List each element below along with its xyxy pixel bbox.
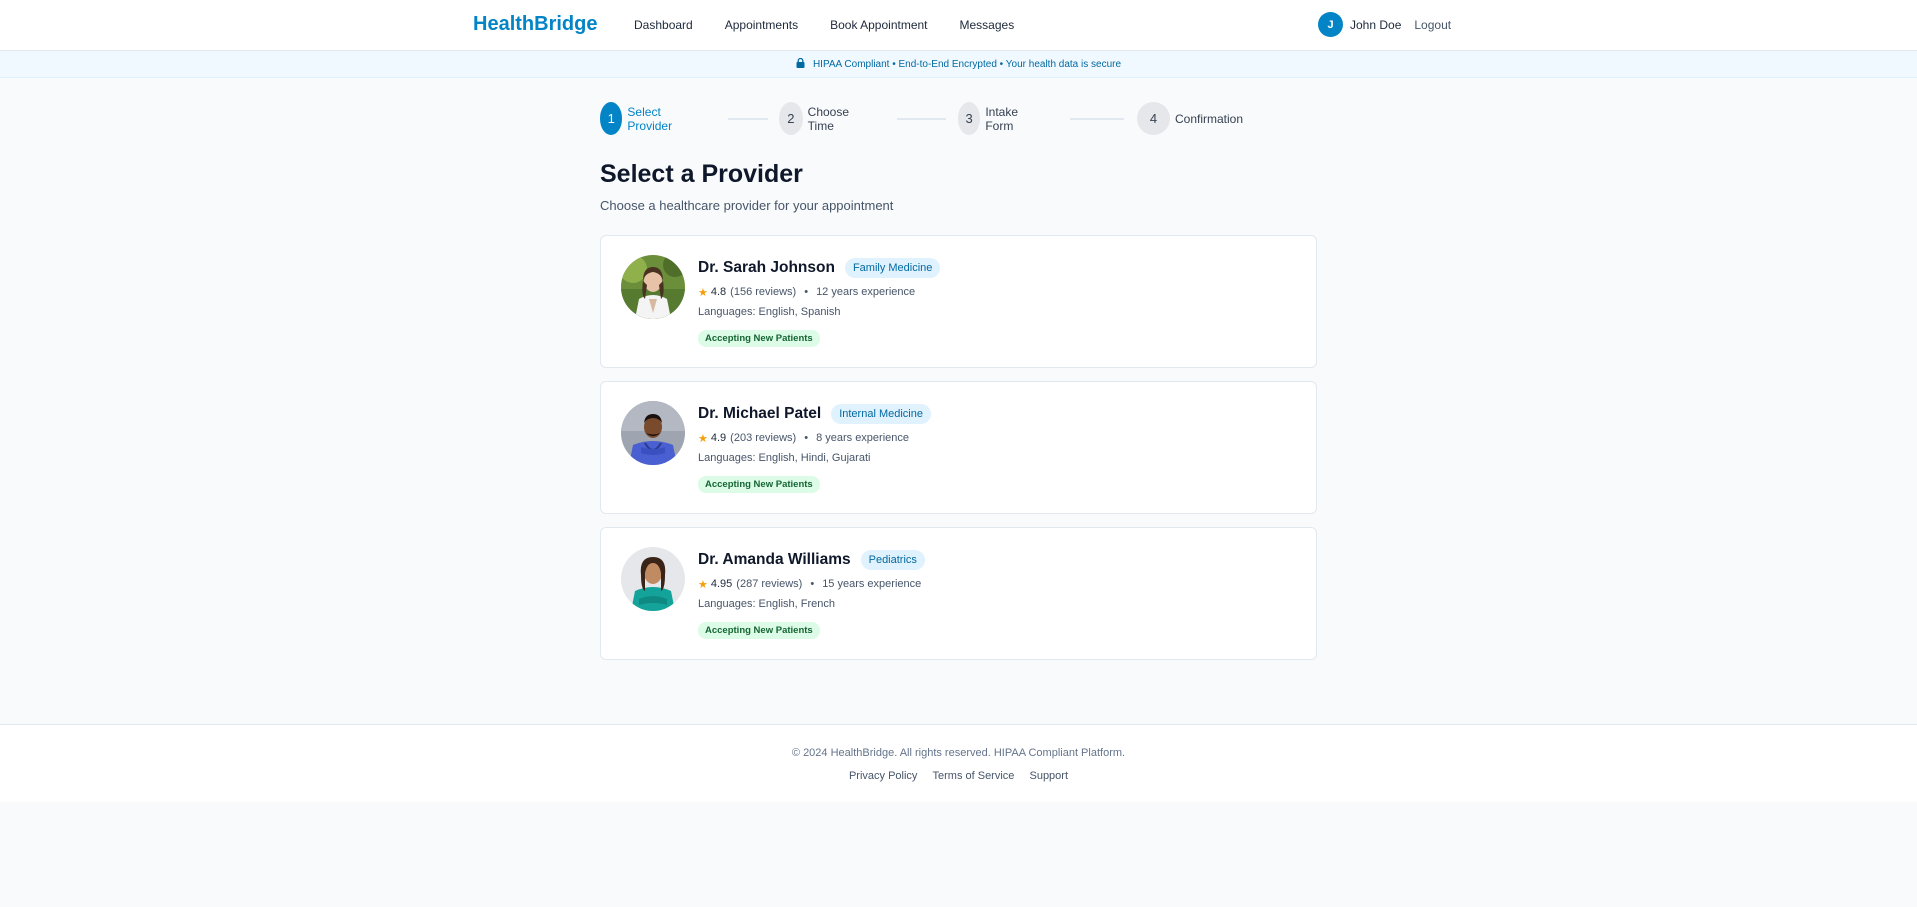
main-nav: Dashboard Appointments Book Appointment … xyxy=(634,18,1046,32)
accepting-status-badge: Accepting New Patients xyxy=(698,622,820,639)
specialty-badge: Pediatrics xyxy=(860,550,925,570)
star-icon: ★ xyxy=(698,286,708,299)
support-link[interactable]: Support xyxy=(1029,770,1068,782)
step-number: 1 xyxy=(600,102,623,135)
footer: © 2024 HealthBridge. All rights reserved… xyxy=(0,724,1917,802)
provider-info: Dr. Amanda Williams Pediatrics ★ 4.95 (2… xyxy=(698,548,925,639)
nav-appointments[interactable]: Appointments xyxy=(725,18,798,32)
nav-dashboard[interactable]: Dashboard xyxy=(634,18,693,32)
provider-photo xyxy=(621,401,685,465)
user-avatar[interactable]: J xyxy=(1318,12,1343,37)
provider-reviews: (287 reviews) xyxy=(736,578,803,590)
provider-info: Dr. Sarah Johnson Family Medicine ★ 4.8 … xyxy=(698,256,941,347)
provider-experience: 8 years experience xyxy=(816,432,910,444)
step-confirmation[interactable]: 4 Confirmation xyxy=(1137,102,1243,135)
top-navbar: HealthBridge Dashboard Appointments Book… xyxy=(0,0,1917,51)
step-label: Choose Time xyxy=(807,104,850,133)
provider-name: Dr. Sarah Johnson xyxy=(698,259,835,276)
step-connector xyxy=(728,118,768,120)
logo[interactable]: HealthBridge xyxy=(473,13,597,36)
privacy-policy-link[interactable]: Privacy Policy xyxy=(849,770,917,782)
separator-dot: • xyxy=(804,286,809,298)
nav-book-appointment[interactable]: Book Appointment xyxy=(830,18,927,32)
provider-rating: 4.9 xyxy=(710,432,727,444)
security-banner-text: HIPAA Compliant • End-to-End Encrypted •… xyxy=(812,58,1122,70)
provider-experience: 12 years experience xyxy=(816,286,916,298)
logout-button[interactable]: Logout xyxy=(1414,18,1451,32)
step-number: 2 xyxy=(779,102,803,135)
provider-name: Dr. Amanda Williams xyxy=(698,551,851,568)
copyright-text: © 2024 HealthBridge. All rights reserved… xyxy=(791,747,1126,759)
step-number: 4 xyxy=(1137,102,1170,135)
accepting-status-badge: Accepting New Patients xyxy=(698,330,820,347)
provider-card-amanda-williams[interactable]: Dr. Amanda Williams Pediatrics ★ 4.95 (2… xyxy=(600,527,1317,660)
step-choose-time[interactable]: 2 Choose Time xyxy=(779,102,858,135)
accepting-status-badge: Accepting New Patients xyxy=(698,476,820,493)
page-subtitle: Choose a healthcare provider for your ap… xyxy=(600,198,894,213)
step-connector xyxy=(1070,118,1124,120)
provider-reviews: (156 reviews) xyxy=(730,286,797,298)
provider-photo xyxy=(621,547,685,611)
separator-dot: • xyxy=(804,432,809,444)
provider-info: Dr. Michael Patel Internal Medicine ★ 4.… xyxy=(698,402,931,493)
step-connector xyxy=(897,118,946,120)
security-banner: HIPAA Compliant • End-to-End Encrypted •… xyxy=(0,51,1917,78)
step-number: 3 xyxy=(958,102,981,135)
step-label: Select Provider xyxy=(627,104,673,133)
nav-messages[interactable]: Messages xyxy=(960,18,1015,32)
specialty-badge: Internal Medicine xyxy=(831,404,931,424)
provider-languages: Languages: English, Hindi, Gujarati xyxy=(698,452,871,464)
step-select-provider[interactable]: 1 Select Provider xyxy=(600,102,683,135)
provider-rating: 4.95 xyxy=(710,578,733,590)
provider-languages: Languages: English, French xyxy=(698,598,835,610)
terms-of-service-link[interactable]: Terms of Service xyxy=(933,770,1015,782)
separator-dot: • xyxy=(810,578,815,590)
footer-links: Privacy Policy Terms of Service Support xyxy=(0,770,1917,782)
step-label: Intake Form xyxy=(985,104,1019,133)
lock-icon xyxy=(796,58,805,68)
user-name: John Doe xyxy=(1350,17,1402,32)
page-title: Select a Provider xyxy=(600,160,803,188)
star-icon: ★ xyxy=(698,432,708,445)
step-intake-form[interactable]: 3 Intake Form xyxy=(958,102,1029,135)
provider-experience: 15 years experience xyxy=(822,578,922,590)
star-icon: ★ xyxy=(698,578,708,591)
provider-reviews: (203 reviews) xyxy=(730,432,797,444)
provider-photo xyxy=(621,255,685,319)
specialty-badge: Family Medicine xyxy=(844,258,941,278)
provider-card-michael-patel[interactable]: Dr. Michael Patel Internal Medicine ★ 4.… xyxy=(600,381,1317,514)
user-menu: J John Doe Logout xyxy=(1318,12,1451,37)
provider-languages: Languages: English, Spanish xyxy=(698,306,841,318)
provider-name: Dr. Michael Patel xyxy=(698,405,822,422)
provider-card-sarah-johnson[interactable]: Dr. Sarah Johnson Family Medicine ★ 4.8 … xyxy=(600,235,1317,368)
provider-rating: 4.8 xyxy=(710,286,727,298)
step-label: Confirmation xyxy=(1175,111,1244,126)
